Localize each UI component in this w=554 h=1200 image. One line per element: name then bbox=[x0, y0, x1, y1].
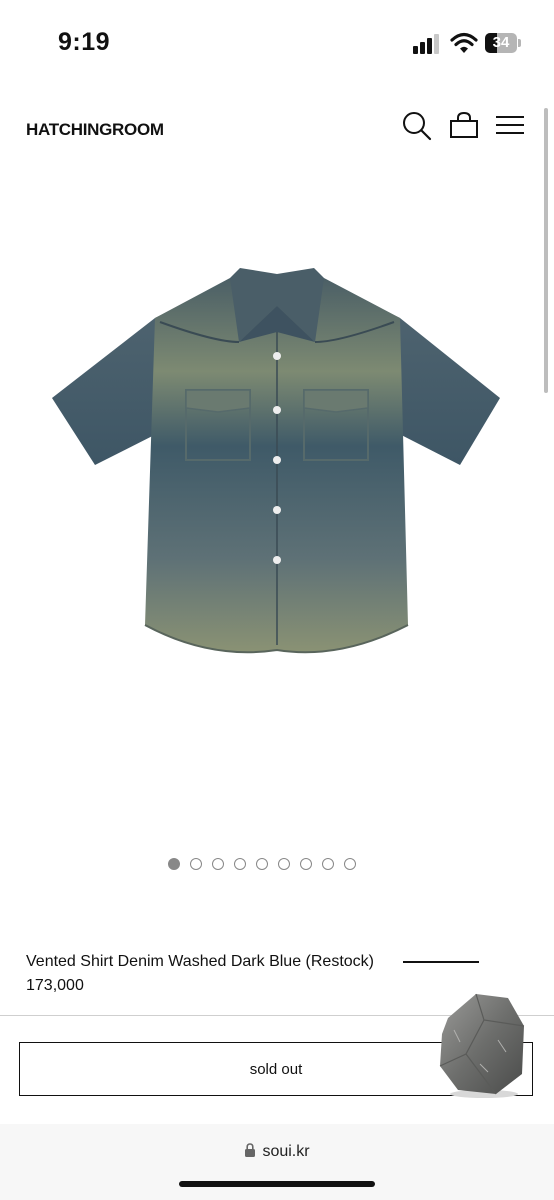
url-display[interactable]: soui.kr bbox=[0, 1143, 554, 1161]
carousel-dot-3[interactable] bbox=[212, 858, 224, 870]
battery-tip bbox=[518, 39, 521, 47]
carousel-dot-1[interactable] bbox=[168, 858, 180, 870]
site-logo[interactable]: HATCHINGROOM bbox=[26, 120, 164, 140]
signal-icon bbox=[413, 34, 441, 54]
battery-icon: 34 bbox=[485, 33, 517, 53]
carousel-dot-7[interactable] bbox=[300, 858, 312, 870]
carousel-dot-8[interactable] bbox=[322, 858, 334, 870]
lock-icon bbox=[245, 1143, 256, 1157]
url-text[interactable]: soui.kr bbox=[262, 1143, 309, 1160]
page-scrollbar[interactable] bbox=[544, 108, 548, 393]
carousel-dot-4[interactable] bbox=[234, 858, 246, 870]
shopping-bag-icon[interactable] bbox=[448, 110, 480, 142]
battery-level: 34 bbox=[492, 34, 510, 51]
product-image[interactable] bbox=[40, 250, 514, 670]
status-bar: 9:19 34 bbox=[0, 0, 554, 90]
search-icon[interactable] bbox=[401, 110, 433, 142]
carousel-dot-9[interactable] bbox=[344, 858, 356, 870]
menu-icon[interactable] bbox=[494, 110, 526, 142]
floating-rock-image[interactable] bbox=[436, 990, 528, 1098]
browser-url-bar bbox=[0, 1124, 554, 1200]
carousel-dot-5[interactable] bbox=[256, 858, 268, 870]
image-carousel-dots[interactable] bbox=[168, 858, 356, 876]
home-indicator[interactable] bbox=[179, 1181, 375, 1187]
product-price: 173,000 bbox=[26, 977, 84, 994]
title-rule bbox=[403, 961, 479, 963]
product-title: Vented Shirt Denim Washed Dark Blue (Res… bbox=[26, 953, 374, 970]
carousel-dot-6[interactable] bbox=[278, 858, 290, 870]
wifi-icon bbox=[450, 32, 478, 53]
carousel-dot-2[interactable] bbox=[190, 858, 202, 870]
status-time: 9:19 bbox=[58, 28, 111, 56]
